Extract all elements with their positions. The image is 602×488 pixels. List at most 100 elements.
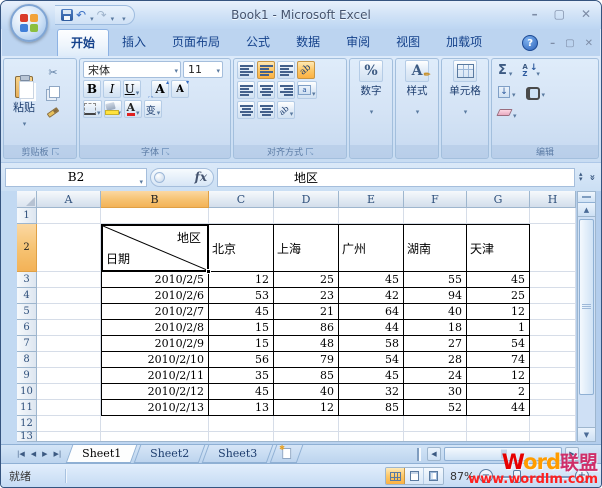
fill-color-button[interactable]: [104, 100, 123, 118]
cell-F5[interactable]: 40: [404, 304, 467, 320]
cell-G11[interactable]: 44: [467, 400, 530, 416]
clear-button[interactable]: [498, 103, 517, 122]
zoom-out-icon[interactable]: −: [479, 469, 493, 483]
phonetic-dropdown-icon[interactable]: [156, 100, 161, 119]
spin-down-icon[interactable]: ▾: [579, 177, 583, 182]
tab-split-handle[interactable]: [417, 448, 421, 461]
tab-插入[interactable]: 插入: [109, 29, 159, 56]
cell-C2[interactable]: 北京: [209, 224, 274, 272]
cell-F2[interactable]: 湖南: [404, 224, 467, 272]
sort-filter-button[interactable]: AZ: [522, 61, 540, 80]
cell-G7[interactable]: 54: [467, 336, 530, 352]
cell-H9[interactable]: [530, 368, 576, 384]
cells-button[interactable]: 单元格: [442, 59, 488, 145]
bold-button[interactable]: B: [83, 80, 101, 98]
cell-D6[interactable]: 86: [274, 320, 339, 336]
clear-dropdown-icon[interactable]: [512, 103, 517, 122]
row-header-3[interactable]: 3: [17, 272, 37, 288]
cell-G2[interactable]: 天津: [467, 224, 530, 272]
cell-D12[interactable]: [274, 416, 339, 432]
shrink-font-button[interactable]: A: [171, 80, 189, 98]
cell-A13[interactable]: [37, 432, 101, 442]
column-header-G[interactable]: G: [467, 191, 530, 208]
cell-H1[interactable]: [530, 208, 576, 224]
page-layout-view-button[interactable]: [405, 468, 424, 484]
column-header-A[interactable]: A: [37, 191, 101, 208]
cell-H2[interactable]: [530, 224, 576, 272]
next-sheet-icon[interactable]: ▶: [40, 450, 49, 458]
cell-H4[interactable]: [530, 288, 576, 304]
column-header-C[interactable]: C: [209, 191, 274, 208]
cell-H11[interactable]: [530, 400, 576, 416]
cell-G13[interactable]: [467, 432, 530, 442]
column-header-H[interactable]: H: [530, 191, 576, 208]
cell-F10[interactable]: 30: [404, 384, 467, 400]
cell-H8[interactable]: [530, 352, 576, 368]
cell-A7[interactable]: [37, 336, 101, 352]
cell-C13[interactable]: [209, 432, 274, 442]
cell-D7[interactable]: 48: [274, 336, 339, 352]
name-box-dropdown-icon[interactable]: [138, 173, 143, 187]
font-color-dropdown-icon[interactable]: [135, 100, 140, 119]
first-sheet-icon[interactable]: |◀: [15, 450, 27, 458]
row-header-9[interactable]: 9: [17, 368, 37, 384]
column-header-D[interactable]: D: [274, 191, 339, 208]
formula-input[interactable]: 地区: [217, 168, 575, 187]
select-all-corner[interactable]: [17, 191, 37, 208]
hscroll-left-icon[interactable]: ◀: [427, 447, 441, 461]
cell-B7[interactable]: 2010/2/9: [101, 336, 209, 352]
orientation-button[interactable]: ab: [297, 61, 315, 79]
row-header-4[interactable]: 4: [17, 288, 37, 304]
increase-indent-button[interactable]: [257, 101, 275, 119]
decrease-indent-button[interactable]: [237, 101, 255, 119]
autosum-button[interactable]: Σ: [498, 61, 512, 80]
workbook-restore-button[interactable]: ▢: [565, 38, 574, 49]
cell-A5[interactable]: [37, 304, 101, 320]
cell-F3[interactable]: 55: [404, 272, 467, 288]
cell-A3[interactable]: [37, 272, 101, 288]
workbook-minimize-button[interactable]: –: [550, 38, 555, 49]
font-size-dropdown-icon[interactable]: [215, 63, 220, 76]
cell-C5[interactable]: 45: [209, 304, 274, 320]
merge-dropdown-icon[interactable]: [311, 81, 316, 100]
cell-B1[interactable]: [101, 208, 209, 224]
cell-E3[interactable]: 45: [339, 272, 404, 288]
zoom-level[interactable]: 87%: [450, 470, 474, 483]
paste-dropdown-icon[interactable]: [22, 116, 27, 129]
zoom-slider-thumb[interactable]: [513, 470, 521, 483]
cell-F11[interactable]: 52: [404, 400, 467, 416]
underline-button[interactable]: U: [123, 80, 141, 98]
formula-bar-spinner[interactable]: ▴▾: [578, 172, 584, 182]
align-center-button[interactable]: [257, 81, 275, 99]
cell-F8[interactable]: 28: [404, 352, 467, 368]
cell-H6[interactable]: [530, 320, 576, 336]
font-dialog-launcher-icon[interactable]: [162, 148, 169, 155]
row-header-10[interactable]: 10: [17, 384, 37, 400]
scroll-down-icon[interactable]: ▼: [578, 427, 595, 441]
cell-E10[interactable]: 32: [339, 384, 404, 400]
cell-E9[interactable]: 45: [339, 368, 404, 384]
cell-F7[interactable]: 27: [404, 336, 467, 352]
column-header-F[interactable]: F: [404, 191, 467, 208]
vscroll-thumb[interactable]: [579, 219, 594, 395]
restore-button[interactable]: ▢: [554, 7, 565, 21]
find-dropdown-icon[interactable]: [541, 82, 546, 101]
minimize-button[interactable]: –: [532, 7, 538, 21]
cell-F6[interactable]: 18: [404, 320, 467, 336]
cell-D13[interactable]: [274, 432, 339, 442]
cell-E13[interactable]: [339, 432, 404, 442]
cell-B3[interactable]: 2010/2/5: [101, 272, 209, 288]
cell-B12[interactable]: [101, 416, 209, 432]
cell-A11[interactable]: [37, 400, 101, 416]
align-left-button[interactable]: [237, 81, 255, 99]
tab-公式[interactable]: 公式: [233, 29, 283, 56]
cell-D2[interactable]: 上海: [274, 224, 339, 272]
name-box[interactable]: B2: [5, 168, 147, 187]
vscroll-track[interactable]: [578, 217, 595, 427]
align-bottom-button[interactable]: [277, 61, 295, 79]
borders-button[interactable]: [83, 100, 102, 118]
cell-D5[interactable]: 21: [274, 304, 339, 320]
zoom-in-icon[interactable]: +: [575, 469, 589, 483]
paste-button[interactable]: 粘贴: [7, 61, 41, 143]
font-color-button[interactable]: A: [124, 100, 142, 118]
